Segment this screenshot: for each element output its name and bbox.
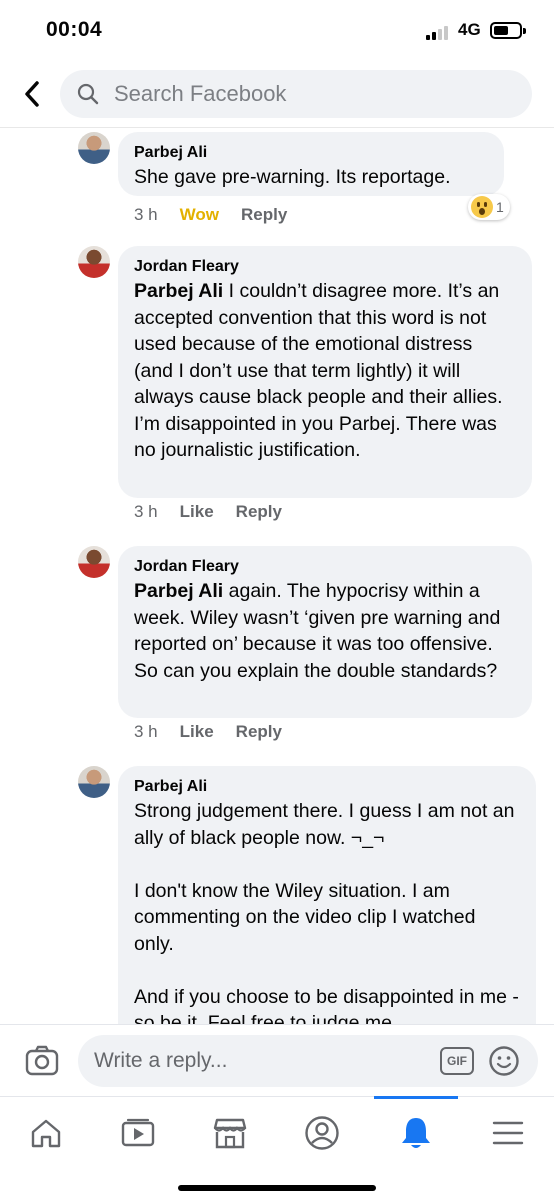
comment-bubble[interactable]: Parbej Ali She gave pre-warning. Its rep…	[118, 132, 504, 196]
reply-button[interactable]: Reply	[236, 722, 282, 742]
watch-icon	[121, 1118, 155, 1147]
emoji-icon[interactable]	[488, 1045, 520, 1077]
comment-author[interactable]: Parbej Ali	[134, 776, 520, 798]
reply-composer: GIF	[0, 1024, 554, 1096]
comment-thread: Parbej Ali She gave pre-warning. Its rep…	[0, 129, 554, 1024]
reaction-summary[interactable]: 1	[468, 194, 510, 220]
comment-actions: 3 h Wow Reply	[134, 205, 309, 225]
nav-profile[interactable]	[292, 1107, 352, 1159]
comment-time[interactable]: 3 h	[134, 205, 158, 225]
comment-text: She gave pre-warning. Its reportage.	[134, 166, 451, 188]
nav-menu[interactable]	[478, 1107, 538, 1159]
search-bar[interactable]	[60, 70, 532, 118]
avatar[interactable]	[78, 546, 110, 578]
comment-bubble[interactable]: Jordan Fleary Parbej Ali I couldn’t disa…	[118, 246, 532, 498]
comment-bubble[interactable]: Parbej Ali Strong judgement there. I gue…	[118, 766, 536, 1024]
comment-actions: 3 h Like Reply	[134, 502, 304, 522]
comment-text: Parbej Ali I couldn’t disagree more. It’…	[134, 280, 508, 461]
chevron-left-icon	[25, 81, 39, 107]
search-input[interactable]	[114, 70, 514, 118]
home-indicator[interactable]	[178, 1185, 376, 1191]
comment: Parbej Ali Strong judgement there. I gue…	[78, 766, 538, 1024]
nav-notifications[interactable]	[386, 1107, 446, 1159]
comment: Jordan Fleary Parbej Ali again. The hypo…	[78, 546, 538, 756]
comment-time[interactable]: 3 h	[134, 502, 158, 522]
marketplace-icon	[213, 1118, 247, 1149]
status-time: 00:04	[46, 18, 103, 41]
menu-icon	[492, 1121, 524, 1145]
reaction-count: 1	[496, 199, 504, 215]
profile-icon	[305, 1116, 339, 1150]
reply-button[interactable]: Reply	[241, 205, 287, 225]
comment-author[interactable]: Jordan Fleary	[134, 556, 516, 578]
comment: Jordan Fleary Parbej Ali I couldn’t disa…	[78, 246, 538, 536]
like-button[interactable]: Like	[180, 502, 214, 522]
like-button[interactable]: Like	[180, 722, 214, 742]
wow-reaction-button[interactable]: Wow	[180, 205, 219, 225]
bottom-nav	[0, 1096, 554, 1200]
search-icon	[77, 83, 99, 105]
nav-marketplace[interactable]	[200, 1107, 260, 1159]
comment-text: Parbej Ali again. The hypocrisy within a…	[134, 580, 506, 682]
battery-icon	[490, 22, 526, 39]
back-button[interactable]	[16, 76, 48, 112]
reply-input[interactable]	[94, 1035, 424, 1087]
wow-emoji-icon	[471, 196, 493, 218]
comment-actions: 3 h Like Reply	[134, 722, 304, 742]
camera-icon[interactable]	[24, 1043, 60, 1079]
mention-link[interactable]: Parbej Ali	[134, 280, 223, 302]
comment-time[interactable]: 3 h	[134, 722, 158, 742]
active-tab-indicator	[374, 1096, 458, 1099]
nav-watch[interactable]	[108, 1107, 168, 1159]
avatar[interactable]	[78, 766, 110, 798]
comment: Parbej Ali She gave pre-warning. Its rep…	[78, 132, 538, 242]
network-label: 4G	[458, 20, 481, 39]
comment-bubble[interactable]: Jordan Fleary Parbej Ali again. The hypo…	[118, 546, 532, 718]
avatar[interactable]	[78, 132, 110, 164]
comment-author[interactable]: Parbej Ali	[134, 142, 488, 164]
home-icon	[31, 1119, 61, 1148]
notifications-icon	[402, 1118, 430, 1148]
mention-link[interactable]: Parbej Ali	[134, 580, 223, 602]
avatar[interactable]	[78, 246, 110, 278]
comment-text: Strong judgement there. I guess I am not…	[134, 800, 519, 1024]
reply-box[interactable]: GIF	[78, 1035, 538, 1087]
nav-home[interactable]	[16, 1107, 76, 1159]
gif-button[interactable]: GIF	[440, 1047, 474, 1075]
search-header	[0, 62, 554, 128]
status-bar: 00:04 4G	[0, 0, 554, 62]
reply-button[interactable]: Reply	[236, 502, 282, 522]
comment-author[interactable]: Jordan Fleary	[134, 256, 516, 278]
signal-icon	[426, 24, 452, 40]
